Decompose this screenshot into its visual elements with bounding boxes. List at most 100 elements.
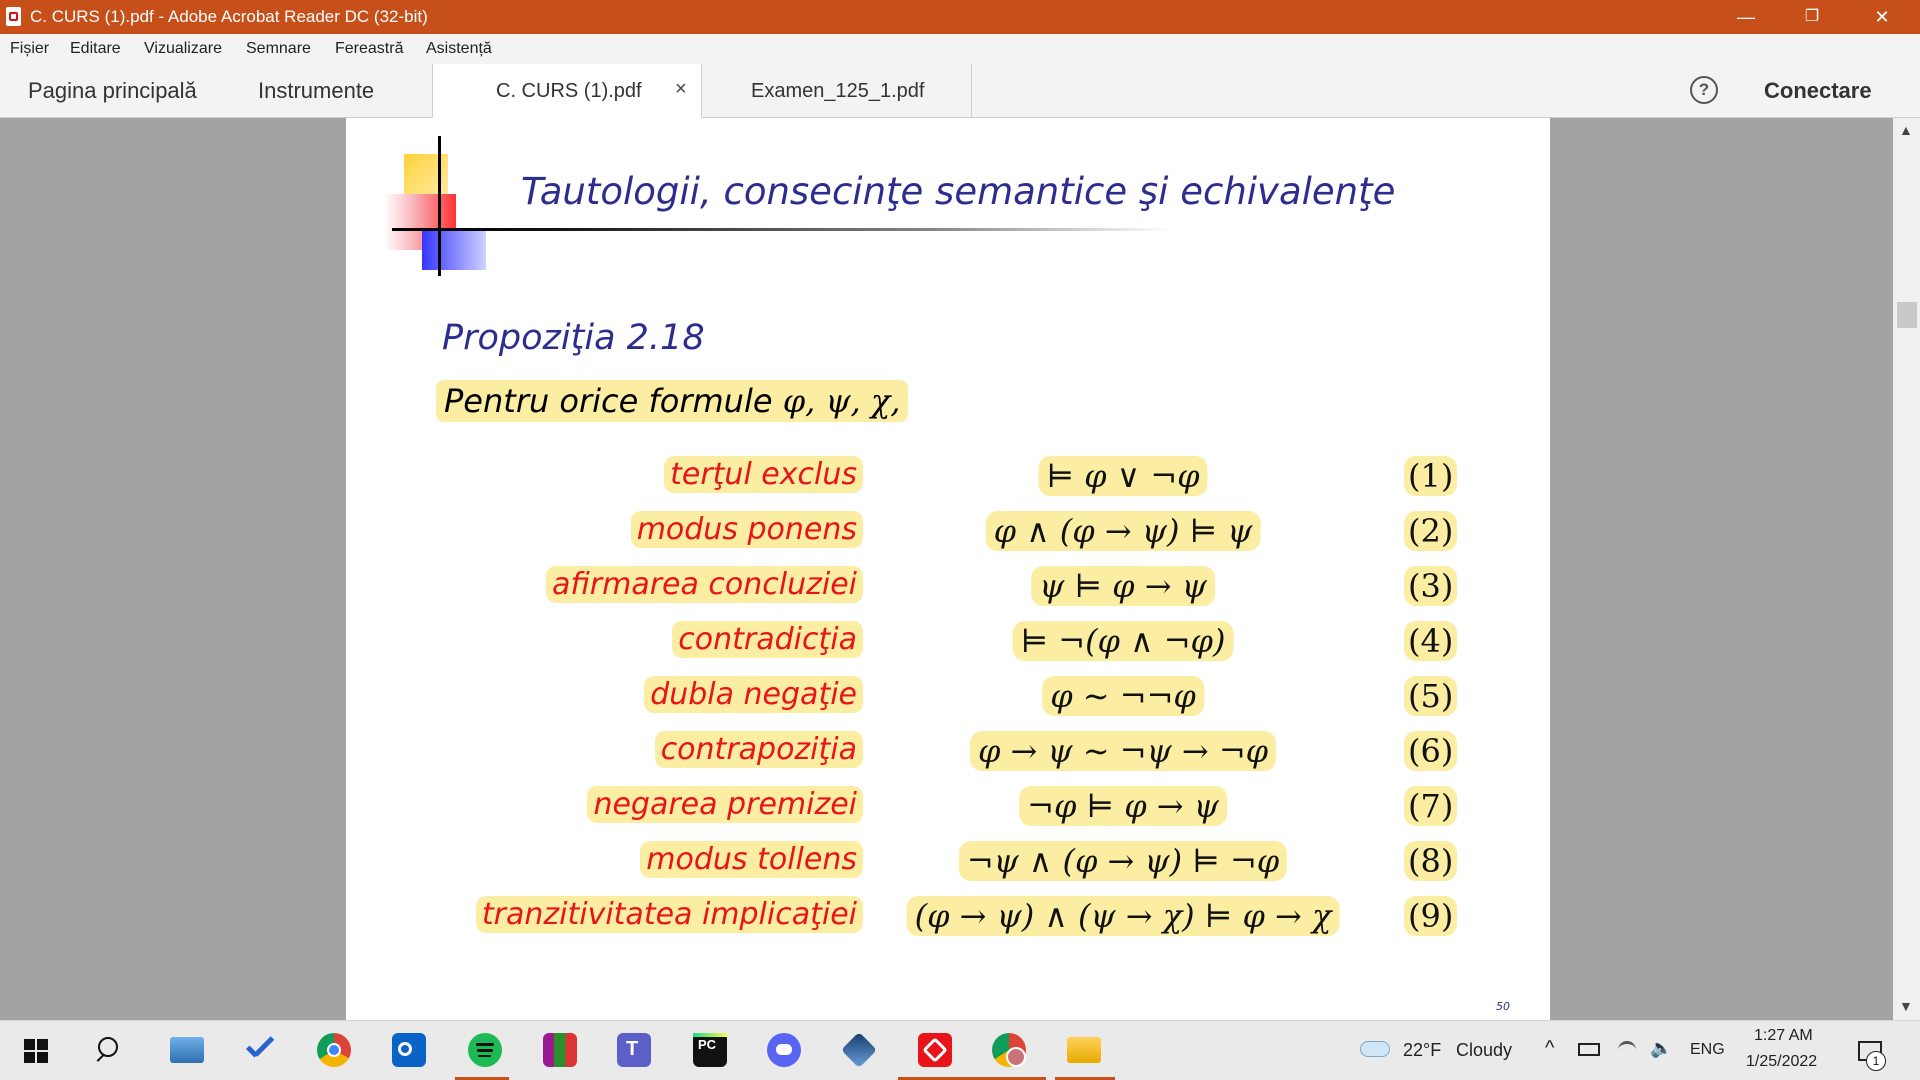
tab-document-label: C. CURS (1).pdf [496, 80, 642, 102]
weather-description[interactable]: Cloudy [1456, 1040, 1512, 1061]
rule-row: modus tollens ¬ψ ∧ (φ → ψ) ⊨ ¬φ (8) [346, 841, 1550, 883]
weather-temperature[interactable]: 22°F [1403, 1040, 1441, 1061]
slide-logo-blue-square [422, 230, 486, 270]
rule-row: negarea premizei ¬φ ⊨ φ → ψ (7) [346, 786, 1550, 828]
restore-button[interactable]: ❐ [1782, 0, 1842, 34]
tab-home[interactable]: Pagina principală [28, 78, 197, 104]
rule-number: (1) [1404, 456, 1458, 496]
window-title: C. CURS (1).pdf - Adobe Acrobat Reader D… [30, 7, 428, 26]
rule-label: modus tollens [640, 841, 863, 878]
rule-formula: ¬ψ ∧ (φ → ψ) ⊨ ¬φ [958, 841, 1288, 881]
close-tab-icon[interactable]: × [675, 78, 687, 101]
scroll-up-icon[interactable]: ▲ [1899, 122, 1913, 138]
rule-row: tranzitivitatea implicaţiei (φ → ψ) ∧ (ψ… [346, 896, 1550, 938]
rule-formula: φ → ψ ∼ ¬ψ → ¬φ [969, 731, 1277, 771]
rule-number: (6) [1404, 731, 1458, 771]
rule-label: tranzitivitatea implicaţiei [475, 896, 863, 933]
rule-label: dubla negaţie [644, 676, 863, 713]
spotify-icon[interactable] [468, 1033, 502, 1067]
tab-document-examen[interactable]: Examen_125_1.pdf [702, 64, 972, 118]
battery-icon[interactable] [1578, 1043, 1600, 1056]
windows-start-icon[interactable] [20, 1033, 54, 1067]
rule-label: contrapoziţia [654, 731, 863, 768]
notification-count: 1 [1866, 1051, 1886, 1071]
rule-label: contradicţia [672, 621, 863, 658]
rule-row: dubla negaţie φ ∼ ¬¬φ (5) [346, 676, 1550, 718]
teams-icon[interactable]: T [617, 1033, 651, 1067]
rule-number: (4) [1404, 621, 1458, 661]
acrobat-taskbar-icon[interactable] [918, 1033, 952, 1067]
rule-number: (5) [1404, 676, 1458, 716]
rule-row: contrapoziţia φ → ψ ∼ ¬ψ → ¬φ (6) [346, 731, 1550, 773]
wifi-icon[interactable] [1618, 1041, 1636, 1059]
slide-title: Tautologii, consecinţe semantice şi echi… [521, 170, 1396, 213]
rule-formula: ⊨ ¬(φ ∧ ¬φ) [1012, 621, 1234, 661]
proposition-text-words: Pentru orice formule [444, 382, 783, 420]
proposition-text: Pentru orice formule φ, ψ, χ, [436, 380, 909, 422]
menu-window[interactable]: Fereastră [335, 40, 403, 58]
menu-bar: Fișier Editare Vizualizare Semnare Ferea… [0, 34, 1920, 64]
rule-formula: φ ∧ (φ → ψ) ⊨ ψ [985, 511, 1261, 551]
winrar-icon[interactable] [543, 1033, 577, 1067]
chrome-icon[interactable] [317, 1033, 351, 1067]
rule-label: terţul exclus [664, 456, 863, 493]
document-viewer[interactable]: Tautologii, consecinţe semantice şi echi… [0, 118, 1920, 1020]
volume-icon[interactable]: 🔈 [1650, 1038, 1672, 1059]
file-explorer-icon[interactable] [1067, 1037, 1101, 1063]
virtualbox-icon[interactable] [840, 1031, 878, 1069]
tab-document-label: Examen_125_1.pdf [751, 80, 925, 102]
slide-page-number: 50 [1496, 1000, 1510, 1013]
rule-label: afirmarea concluziei [546, 566, 863, 603]
menu-file[interactable]: Fișier [10, 40, 49, 58]
clock-date[interactable]: 1/25/2022 [1746, 1053, 1817, 1071]
this-pc-icon[interactable] [170, 1037, 204, 1063]
help-icon[interactable]: ? [1690, 76, 1718, 104]
slide-logo-vertical-line [438, 136, 441, 276]
scroll-down-icon[interactable]: ▼ [1899, 998, 1913, 1014]
todo-icon[interactable] [242, 1033, 276, 1067]
pycharm-icon[interactable]: PC [693, 1033, 727, 1067]
chevron-up-icon[interactable]: ^ [1545, 1037, 1554, 1060]
rule-row: terţul exclus ⊨ φ ∨ ¬φ (1) [346, 456, 1550, 498]
minimize-button[interactable]: — [1716, 0, 1776, 34]
close-window-button[interactable]: ✕ [1852, 0, 1912, 34]
pdf-page: Tautologii, consecinţe semantice şi echi… [346, 118, 1550, 1020]
cloud-icon[interactable] [1360, 1041, 1390, 1057]
title-bar: C. CURS (1).pdf - Adobe Acrobat Reader D… [0, 0, 1920, 34]
rule-number: (9) [1404, 896, 1458, 936]
connect-button[interactable]: Conectare [1764, 78, 1872, 104]
menu-edit[interactable]: Editare [70, 40, 121, 58]
rule-number: (8) [1404, 841, 1458, 881]
search-icon[interactable] [92, 1033, 126, 1067]
rule-number: (2) [1404, 511, 1458, 551]
tab-document-curs[interactable]: C. CURS (1).pdf × [432, 64, 702, 118]
vertical-scrollbar[interactable]: ▲ ▼ [1893, 118, 1920, 1020]
rule-label: negarea premizei [587, 786, 863, 823]
acrobat-app-icon [6, 7, 21, 26]
rule-formula: ¬φ ⊨ φ → ψ [1019, 786, 1227, 826]
language-indicator[interactable]: ENG [1690, 1041, 1725, 1059]
menu-view[interactable]: Vizualizare [144, 40, 222, 58]
rule-formula: ⊨ φ ∨ ¬φ [1038, 456, 1208, 496]
rule-row: modus ponens φ ∧ (φ → ψ) ⊨ ψ (2) [346, 511, 1550, 553]
chrome-profile-icon[interactable] [992, 1033, 1026, 1067]
rule-row: contradicţia ⊨ ¬(φ ∧ ¬φ) (4) [346, 621, 1550, 663]
tab-tools[interactable]: Instrumente [258, 78, 374, 104]
menu-help[interactable]: Asistență [426, 40, 492, 58]
slide-title-underline [392, 228, 1172, 231]
scrollbar-thumb[interactable] [1897, 302, 1917, 328]
proposition-title: Propoziţia 2.18 [442, 318, 705, 358]
proposition-math: φ, ψ, χ, [782, 382, 901, 420]
outlook-icon[interactable] [392, 1033, 426, 1067]
slide-logo-yellow-square [404, 154, 448, 194]
tab-bar: Pagina principală Instrumente C. CURS (1… [0, 64, 1920, 118]
clock-time[interactable]: 1:27 AM [1754, 1027, 1813, 1045]
rule-label: modus ponens [630, 511, 863, 548]
rule-formula: φ ∼ ¬¬φ [1042, 676, 1204, 716]
discord-icon[interactable] [767, 1033, 801, 1067]
rule-number: (7) [1404, 786, 1458, 826]
rule-formula: ψ ⊨ φ → ψ [1031, 566, 1215, 606]
rule-row: afirmarea concluziei ψ ⊨ φ → ψ (3) [346, 566, 1550, 608]
rule-formula: (φ → ψ) ∧ (ψ → χ) ⊨ φ → χ [906, 896, 1340, 936]
menu-sign[interactable]: Semnare [246, 40, 311, 58]
